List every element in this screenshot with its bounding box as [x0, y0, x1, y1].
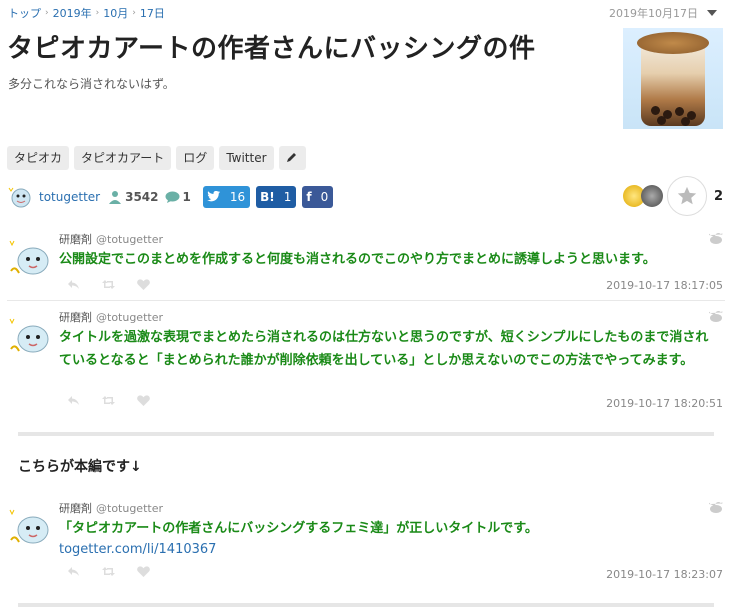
like-heart-icon[interactable] — [137, 566, 150, 577]
retweet-icon[interactable] — [102, 566, 115, 577]
facebook-share-count: 0 — [320, 190, 329, 204]
page-subtitle: 多分これなら消されないはず。 — [8, 77, 175, 91]
tweet-user-name[interactable]: 研磨剤 — [59, 502, 92, 515]
user-avatar[interactable] — [7, 313, 53, 359]
breadcrumb-month[interactable]: 10月 — [103, 5, 128, 21]
tweet-text-content: 公開設定でこのまとめを作成すると何度も消されるのでこのやり方でまとめに誘導しよう… — [59, 252, 656, 267]
tweet-user: 研磨剤 @totugetter — [59, 231, 163, 247]
tweet-user: 研磨剤 @totugetter — [59, 500, 163, 516]
tweet-actions — [67, 279, 150, 290]
twitter-bird-icon — [203, 186, 225, 208]
tweet-item: 研磨剤 @totugetter タイトルを過激な表現でまとめたら消されるのは仕方な… — [7, 309, 725, 413]
tweet-user-handle[interactable]: @totugetter — [96, 502, 163, 515]
tag-twitter[interactable]: Twitter — [219, 146, 274, 170]
twitter-bird-icon[interactable] — [709, 233, 723, 245]
tweet-actions — [67, 395, 150, 406]
twitter-bird-icon[interactable] — [709, 311, 723, 323]
retweet-icon[interactable] — [102, 395, 115, 406]
comment-count[interactable]: 1 — [165, 190, 191, 204]
tweet-actions — [67, 566, 150, 577]
favorites: 2 — [622, 176, 723, 216]
retweet-icon[interactable] — [102, 279, 115, 290]
author-name[interactable]: totugetter — [39, 190, 100, 204]
post-date-text: 2019年10月17日 — [609, 7, 698, 20]
meta-row: totugetter 3542 1 16 B! 1 f 0 — [7, 184, 334, 210]
tweet-item: 研磨剤 @totugetter 公開設定でこのまとめを作成すると何度も消されるので… — [7, 231, 725, 295]
tweet-text-content: 「タピオカアートの作者さんにバッシングするフェミ達」が正しいタイトルです。 — [59, 521, 538, 536]
tweet-item: 研磨剤 @totugetter 「タピオカアートの作者さんにバッシングするフェミ達… — [7, 500, 725, 584]
section-divider — [18, 432, 714, 436]
favorite-button[interactable] — [666, 176, 707, 216]
hatena-bookmark-icon: B! — [260, 190, 275, 204]
reply-icon[interactable] — [67, 395, 80, 406]
tag-log[interactable]: ログ — [176, 146, 215, 170]
comment-bubble-icon — [165, 191, 179, 203]
tweet-timestamp[interactable]: 2019-10-17 18:23:07 — [606, 568, 723, 581]
pearl-shape — [681, 117, 690, 126]
favorite-user-avatar[interactable] — [640, 185, 663, 207]
twitter-share-button[interactable]: 16 — [202, 186, 251, 208]
user-avatar[interactable] — [7, 504, 53, 550]
breadcrumb-separator: › — [95, 8, 100, 18]
like-heart-icon[interactable] — [137, 395, 150, 406]
tweet-user-name[interactable]: 研磨剤 — [59, 233, 92, 246]
tweet-user: 研磨剤 @totugetter — [59, 309, 163, 325]
page-title: タピオカアートの作者さんにバッシングの件 — [7, 34, 536, 64]
view-count-value: 3542 — [125, 190, 159, 204]
breadcrumb-top[interactable]: トップ — [8, 5, 41, 21]
tweet-user-handle[interactable]: @totugetter — [96, 233, 163, 246]
pearl-shape — [651, 106, 660, 115]
tweet-user-handle[interactable]: @totugetter — [96, 311, 163, 324]
breadcrumb-day[interactable]: 17日 — [140, 5, 165, 21]
tweet-timestamp[interactable]: 2019-10-17 18:17:05 — [606, 279, 723, 292]
tweet-link[interactable]: togetter.com/li/1410367 — [59, 540, 719, 560]
author-avatar[interactable] — [7, 184, 33, 210]
favorite-user-avatars — [622, 185, 663, 207]
tweet-text: タイトルを過激な表現でまとめたら消されるのは仕方ないと思うのですが、短くシンプル… — [59, 326, 719, 372]
tweet-text: 「タピオカアートの作者さんにバッシングするフェミ達」が正しいタイトルです。 to… — [59, 517, 719, 560]
reply-icon[interactable] — [67, 566, 80, 577]
facebook-f-icon: f — [306, 190, 312, 204]
facebook-share-button[interactable]: f 0 — [302, 186, 334, 208]
hatena-bookmark-button[interactable]: B! 1 — [256, 186, 297, 208]
breadcrumb-year[interactable]: 2019年 — [53, 5, 92, 21]
dropdown-caret-icon[interactable] — [707, 10, 717, 16]
pearl-shape — [675, 107, 684, 116]
star-icon — [677, 186, 697, 205]
post-date: 2019年10月17日 — [609, 5, 717, 21]
tweet-text-content: タイトルを過激な表現でまとめたら消されるのは仕方ないと思うのですが、短くシンプル… — [59, 330, 709, 368]
comment-count-value: 1 — [182, 190, 191, 204]
section-heading: こちらが本編です↓ — [18, 459, 142, 475]
breadcrumb-separator: › — [132, 8, 136, 18]
twitter-share-count: 16 — [229, 190, 246, 204]
like-heart-icon[interactable] — [137, 279, 150, 290]
tweet-text: 公開設定でこのまとめを作成すると何度も消されるのでこのやり方でまとめに誘導しよう… — [59, 248, 719, 271]
cup-foam-shape — [637, 32, 709, 54]
tweet-user-name[interactable]: 研磨剤 — [59, 311, 92, 324]
view-count: 3542 — [108, 190, 159, 204]
tag-list: タピオカ タピオカアート ログ Twitter — [7, 146, 306, 170]
breadcrumb-separator: › — [45, 8, 49, 18]
favorite-count: 2 — [713, 188, 723, 204]
person-icon — [109, 191, 122, 204]
user-avatar[interactable] — [7, 235, 53, 281]
tag-tapioca[interactable]: タピオカ — [7, 146, 70, 170]
pearl-shape — [657, 116, 666, 125]
section-divider — [18, 603, 714, 607]
thumbnail-image — [623, 28, 723, 129]
tag-tapioca-art[interactable]: タピオカアート — [74, 146, 172, 170]
hatena-bookmark-count: 1 — [283, 190, 292, 204]
pencil-icon — [287, 153, 297, 162]
tweet-divider — [7, 300, 725, 301]
twitter-bird-icon[interactable] — [709, 502, 723, 514]
tweet-timestamp[interactable]: 2019-10-17 18:20:51 — [606, 397, 723, 410]
breadcrumb: トップ › 2019年 › 10月 › 17日 — [8, 5, 165, 21]
edit-tags-button[interactable] — [278, 146, 306, 170]
reply-icon[interactable] — [67, 279, 80, 290]
